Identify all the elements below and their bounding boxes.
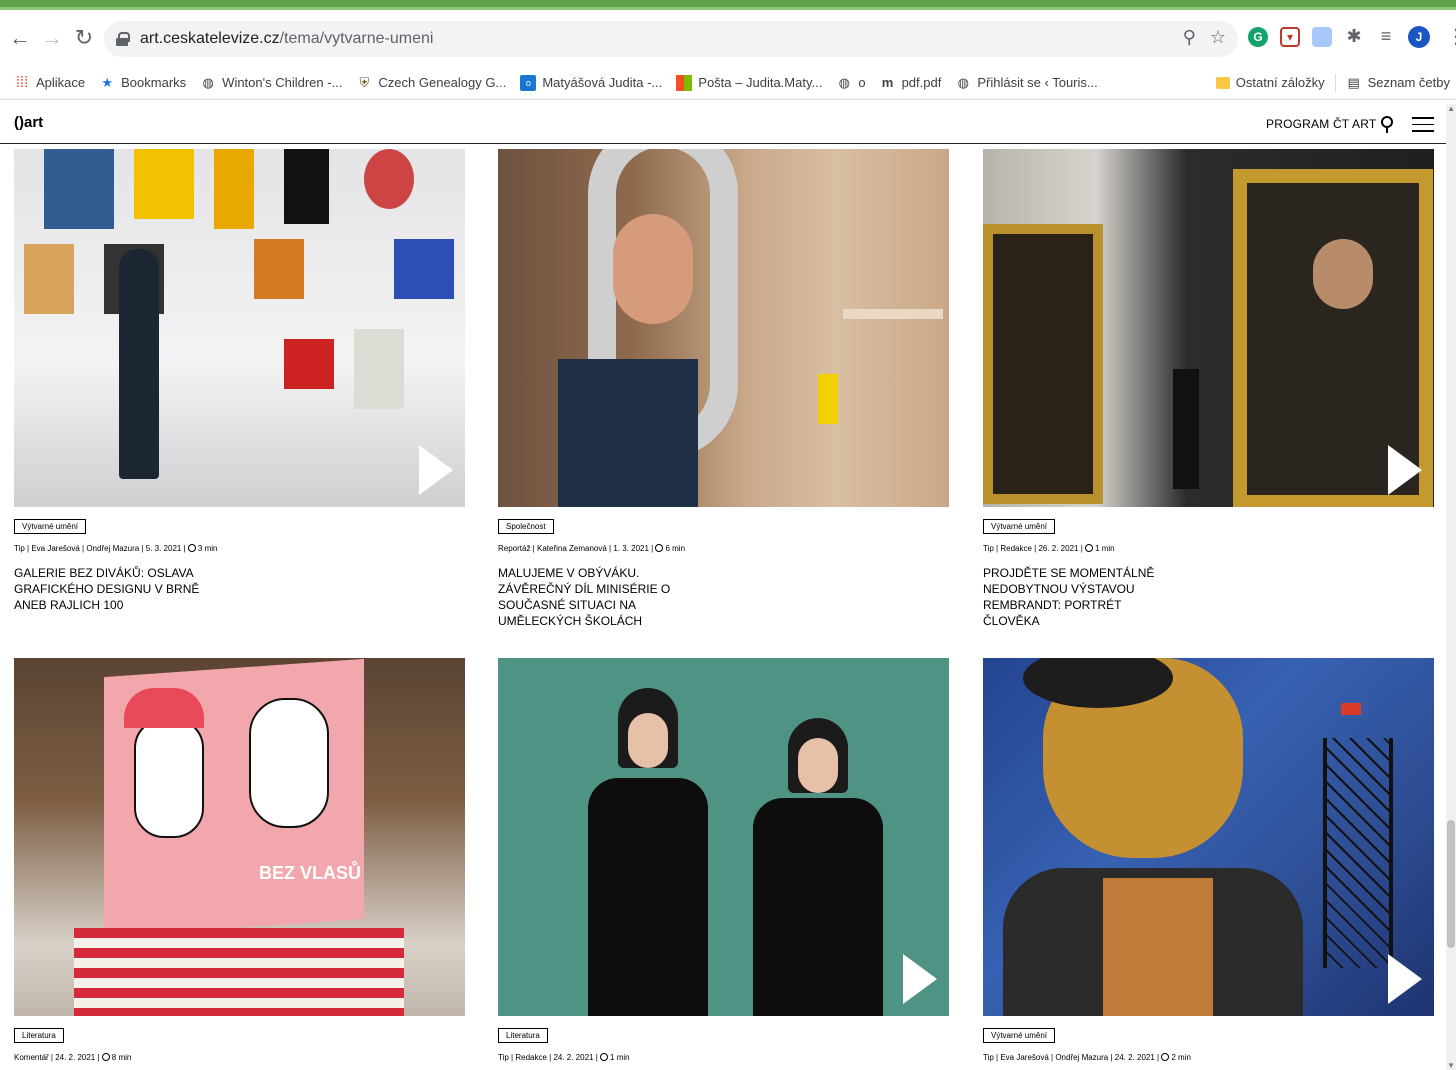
face-shape: [613, 214, 693, 324]
scroll-down-icon[interactable]: ▼: [1447, 1061, 1455, 1070]
url-text[interactable]: art.ceskatelevize.cz/tema/vytvarne-umeni: [140, 30, 433, 48]
article-meta: Reportáž | Kateřina Zemanová | 1. 3. 202…: [498, 544, 686, 553]
person-figure: [753, 798, 883, 1016]
lock-icon[interactable]: [116, 32, 130, 46]
article-meta: Tip | Redakce | 26. 2. 2021 | 1 min: [983, 544, 1115, 553]
browser-toolbar: ← → ↻ art.ceskatelevize.cz/tema/vytvarne…: [0, 10, 1456, 66]
play-icon[interactable]: [1388, 445, 1422, 495]
article-card[interactable]: Literatura Tip | Redakce | 24. 2. 2021 |…: [498, 658, 949, 1062]
article-title[interactable]: PROJDĚTE SE MOMENTÁLNĚ NEDOBYTNOU VÝSTAV…: [983, 565, 1173, 629]
reload-icon[interactable]: ↻: [68, 22, 100, 54]
clock-icon: [187, 544, 196, 552]
bookmarks-bar: ⁞⁞⁞ Aplikace ★ Bookmarks ◍ Winton's Chil…: [0, 66, 1456, 100]
category-tag[interactable]: Literatura: [498, 1028, 548, 1043]
chrome-menu-icon[interactable]: ⋮: [1446, 24, 1456, 49]
bookmark-posta[interactable]: Pošta – Judita.Maty...: [676, 74, 822, 91]
apps-icon: ⁞⁞⁞: [15, 74, 29, 91]
play-icon[interactable]: [1388, 954, 1422, 1004]
article-meta: Tip | Eva Jarešová | Ondřej Mazura | 5. …: [14, 544, 218, 553]
category-tag[interactable]: Literatura: [14, 1028, 64, 1043]
back-icon[interactable]: ←: [4, 22, 36, 54]
reading-list-icon: ▤: [1347, 74, 1360, 90]
folder-icon: [1215, 76, 1230, 89]
docs-extension-icon[interactable]: [1312, 26, 1332, 47]
scrollbar-thumb[interactable]: [1447, 820, 1455, 948]
star-icon: ★: [101, 74, 113, 90]
profile-avatar[interactable]: J: [1408, 25, 1430, 48]
bookmark-star-icon[interactable]: ☆: [1210, 27, 1226, 48]
globe-icon: ◍: [838, 74, 850, 90]
play-icon[interactable]: [419, 445, 453, 495]
site-header: ()art PROGRAM ČT ART: [0, 104, 1456, 144]
pocket-extension-icon[interactable]: ▾: [1280, 26, 1300, 47]
article-thumbnail[interactable]: [498, 658, 949, 1016]
m-icon: m: [881, 75, 894, 90]
bookmark-o[interactable]: ◍ o: [836, 74, 866, 91]
address-bar[interactable]: art.ceskatelevize.cz/tema/vytvarne-umeni…: [104, 21, 1238, 57]
zoom-icon[interactable]: ⚲: [1183, 27, 1196, 48]
article-meta: Tip | Redakce | 24. 2. 2021 | 1 min: [498, 1053, 630, 1062]
bookmark-touris[interactable]: ◍ Přihlásit se ‹ Touris...: [955, 74, 1098, 91]
search-icon[interactable]: [1381, 116, 1393, 133]
article-card[interactable]: Výtvarné umění Tip | Redakce | 26. 2. 20…: [983, 149, 1434, 629]
article-card[interactable]: Výtvarné umění Tip | Eva Jarešová | Ondř…: [14, 149, 465, 613]
article-thumbnail[interactable]: [14, 149, 465, 507]
article-thumbnail[interactable]: BEZ VLASŮ: [14, 658, 465, 1016]
painting-frame: [983, 224, 1103, 504]
bookmark-wintons-children[interactable]: ◍ Winton's Children -...: [200, 74, 343, 91]
person-figure: [588, 778, 708, 1016]
article-meta: Komentář | 24. 2. 2021 | 8 min: [14, 1053, 132, 1062]
article-title[interactable]: MALUJEME V OBÝVÁKU. ZÁVĚREČNÝ DÍL MINISÉ…: [498, 565, 688, 629]
bookmark-apps[interactable]: ⁞⁞⁞ Aplikace: [14, 74, 85, 91]
page-scrollbar[interactable]: ▲ ▼: [1446, 104, 1456, 1070]
article-meta: Tip | Eva Jarešová | Ondřej Mazura | 24.…: [983, 1053, 1191, 1062]
category-tag[interactable]: Společnost: [498, 519, 554, 534]
bookmark-matyasova[interactable]: o Matyášová Judita -...: [520, 74, 662, 91]
article-thumbnail[interactable]: [498, 149, 949, 507]
striped-shirt: [74, 928, 404, 1016]
play-icon[interactable]: [903, 954, 937, 1004]
clock-icon: [655, 544, 664, 552]
article-title[interactable]: GALERIE BEZ DIVÁKŮ: OSLAVA GRAFICKÉHO DE…: [14, 565, 204, 613]
book-cover-title: BEZ VLASŮ: [259, 863, 362, 883]
article-card[interactable]: BEZ VLASŮ Literatura Komentář | 24. 2. 2…: [14, 658, 465, 1062]
clock-icon: [1161, 1053, 1170, 1061]
article-thumbnail[interactable]: [983, 658, 1434, 1016]
wordpress-icon: ◍: [957, 74, 969, 90]
forward-icon[interactable]: →: [36, 22, 68, 54]
shield-icon: ⛨: [359, 74, 370, 90]
person-figure: [119, 249, 159, 479]
extensions-puzzle-icon[interactable]: ✱: [1344, 26, 1364, 47]
bookmark-pdf[interactable]: m pdf.pdf: [880, 75, 942, 91]
program-link[interactable]: PROGRAM ČT ART: [1266, 117, 1376, 131]
other-bookmarks-folder[interactable]: Ostatní záložky: [1215, 75, 1325, 90]
category-tag[interactable]: Výtvarné umění: [14, 519, 87, 534]
media-control-icon[interactable]: ≡: [1376, 26, 1396, 47]
reading-list[interactable]: ▤ Seznam četby: [1346, 75, 1450, 91]
article-card[interactable]: Společnost Reportáž | Kateřina Zemanová …: [498, 149, 949, 629]
globe-icon: ◍: [202, 74, 214, 90]
bookmark-czech-genealogy[interactable]: ⛨ Czech Genealogy G...: [356, 74, 507, 91]
bookmark-bookmarks[interactable]: ★ Bookmarks: [99, 75, 186, 91]
clock-icon: [101, 1053, 110, 1061]
outlook-icon: o: [520, 74, 537, 91]
mine-tower: [1323, 738, 1393, 968]
clock-icon: [1085, 544, 1094, 552]
tab-strip: [0, 0, 1456, 10]
article-thumbnail[interactable]: [983, 149, 1434, 507]
scroll-up-icon[interactable]: ▲: [1447, 104, 1455, 113]
site-logo[interactable]: ()art: [14, 114, 43, 131]
category-tag[interactable]: Výtvarné umění: [983, 519, 1056, 534]
category-tag[interactable]: Výtvarné umění: [983, 1028, 1056, 1043]
hamburger-menu-icon[interactable]: [1412, 117, 1434, 132]
article-card[interactable]: Výtvarné umění Tip | Eva Jarešová | Ondř…: [983, 658, 1434, 1062]
clock-icon: [600, 1053, 609, 1061]
grammarly-extension-icon[interactable]: G: [1248, 26, 1268, 47]
microsoft-icon: [676, 74, 693, 91]
bookmarks-separator: [1334, 73, 1336, 92]
